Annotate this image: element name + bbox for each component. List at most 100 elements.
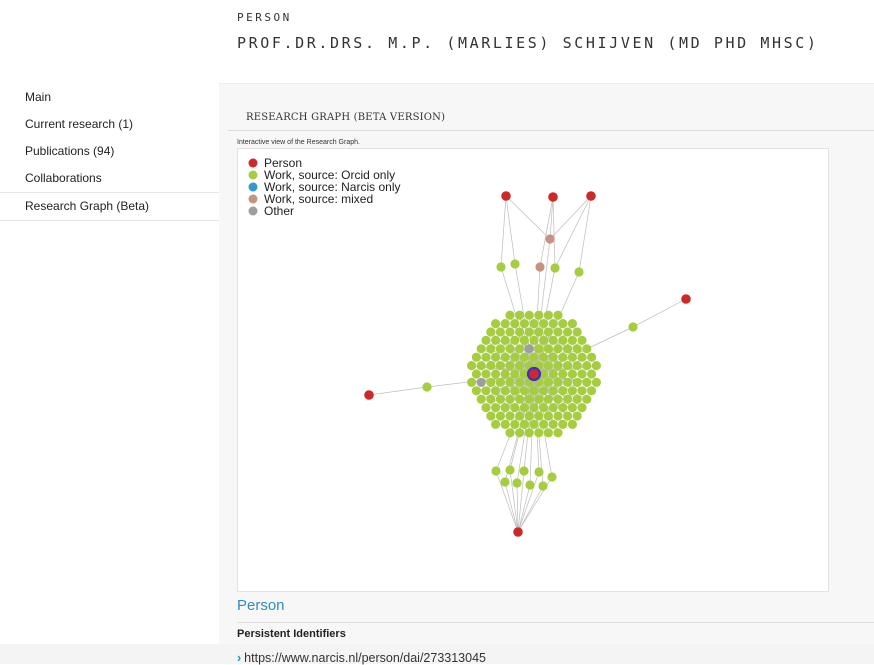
graph-node-work[interactable] (505, 344, 515, 354)
graph-node-work[interactable] (491, 352, 501, 362)
graph-node-work[interactable] (496, 262, 506, 272)
graph-node-work[interactable] (534, 467, 544, 477)
graph-node-work[interactable] (577, 352, 587, 362)
graph-node-work[interactable] (539, 419, 549, 429)
graph-node-work[interactable] (572, 377, 582, 387)
graph-node-work[interactable] (500, 352, 510, 362)
graph-node-person[interactable] (513, 527, 523, 537)
sidebar-item-collaborations[interactable]: Collaborations (0, 165, 219, 192)
graph-node-work[interactable] (534, 344, 544, 354)
graph-node-work[interactable] (476, 361, 486, 371)
graph-node-work[interactable] (505, 361, 515, 371)
graph-node-work[interactable] (422, 382, 432, 392)
graph-node-work[interactable] (543, 394, 553, 404)
person-link[interactable]: Person (237, 597, 285, 614)
graph-node-work[interactable] (486, 377, 496, 387)
graph-node-work[interactable] (553, 411, 563, 421)
graph-node-work[interactable] (572, 344, 582, 354)
graph-node-work[interactable] (491, 369, 501, 379)
graph-node-work[interactable] (572, 394, 582, 404)
graph-node-work[interactable] (582, 344, 592, 354)
graph-node-work[interactable] (500, 369, 510, 379)
graph-node-work[interactable] (510, 335, 520, 345)
graph-node-work[interactable] (515, 344, 525, 354)
graph-node-work[interactable] (574, 267, 584, 277)
graph-node-work[interactable] (505, 377, 515, 387)
graph-node-work[interactable] (519, 386, 529, 396)
graph-node-work[interactable] (548, 335, 558, 345)
graph-node-work[interactable] (539, 335, 549, 345)
graph-node-work[interactable] (495, 394, 505, 404)
graph-node-work[interactable] (481, 335, 491, 345)
graph-node-work[interactable] (539, 403, 549, 413)
graph-node-work[interactable] (553, 394, 563, 404)
graph-node-work[interactable] (524, 411, 534, 421)
graph-node-work[interactable] (500, 386, 510, 396)
graph-node-work[interactable] (529, 403, 539, 413)
graph-node-work[interactable] (534, 327, 544, 337)
graph-node-work[interactable] (550, 263, 560, 273)
graph-node-work[interactable] (524, 327, 534, 337)
graph-node-work[interactable] (558, 319, 568, 329)
graph-node-work[interactable] (572, 361, 582, 371)
graph-node-work[interactable] (563, 377, 573, 387)
graph-node-work[interactable] (539, 386, 549, 396)
graph-node-work[interactable] (558, 386, 568, 396)
graph-node-work[interactable] (481, 386, 491, 396)
graph-node-work[interactable] (553, 344, 563, 354)
graph-node-work[interactable] (563, 327, 573, 337)
graph-node-work[interactable] (519, 352, 529, 362)
graph-node-work[interactable] (553, 428, 563, 438)
graph-node-work[interactable] (515, 428, 525, 438)
graph-node-work[interactable] (471, 352, 481, 362)
graph-node-work[interactable] (529, 419, 539, 429)
graph-node-work[interactable] (548, 352, 558, 362)
graph-node-work[interactable] (582, 377, 592, 387)
sidebar-item-main[interactable]: Main (0, 84, 219, 111)
graph-node-work[interactable] (505, 428, 515, 438)
graph-node-work[interactable] (515, 377, 525, 387)
graph-node-work[interactable] (500, 419, 510, 429)
graph-node-work[interactable] (548, 419, 558, 429)
graph-node-work[interactable] (534, 310, 544, 320)
graph-node-work[interactable] (481, 403, 491, 413)
graph-node-work[interactable] (539, 352, 549, 362)
sidebar-item-publications[interactable]: Publications (94) (0, 138, 219, 165)
graph-node-work[interactable] (548, 403, 558, 413)
graph-node-work[interactable] (543, 344, 553, 354)
graph-node-work[interactable] (500, 477, 510, 487)
graph-node-work[interactable] (495, 361, 505, 371)
graph-node-work[interactable] (553, 310, 563, 320)
graph-node-work[interactable] (628, 322, 638, 332)
graph-node-work[interactable] (524, 428, 534, 438)
graph-node-work[interactable] (529, 319, 539, 329)
graph-node-work[interactable] (553, 327, 563, 337)
graph-node-work[interactable] (548, 369, 558, 379)
graph-node-work[interactable] (491, 466, 501, 476)
graph-node-mixed[interactable] (535, 262, 545, 272)
graph-node-work[interactable] (524, 394, 534, 404)
graph-node-work[interactable] (515, 394, 525, 404)
graph-node-work[interactable] (486, 394, 496, 404)
graph-node-work[interactable] (558, 369, 568, 379)
graph-node-work[interactable] (510, 369, 520, 379)
graph-node-work[interactable] (548, 386, 558, 396)
graph-node-work[interactable] (486, 327, 496, 337)
graph-node-work[interactable] (510, 259, 520, 269)
graph-node-work[interactable] (543, 428, 553, 438)
graph-node-work[interactable] (495, 411, 505, 421)
graph-node-person[interactable] (548, 192, 558, 202)
graph-node-work[interactable] (543, 411, 553, 421)
graph-node-work[interactable] (505, 465, 515, 475)
graph-node-work[interactable] (529, 386, 539, 396)
graph-node-work[interactable] (515, 361, 525, 371)
graph-node-work[interactable] (567, 319, 577, 329)
graph-node-work[interactable] (543, 327, 553, 337)
graph-node-work[interactable] (525, 480, 535, 490)
graph-node-mixed[interactable] (545, 234, 555, 244)
graph-node-work[interactable] (577, 403, 587, 413)
graph-node-work[interactable] (491, 419, 501, 429)
graph-node-work[interactable] (486, 344, 496, 354)
identifier-link[interactable]: https://www.narcis.nl/person/dai/2733130… (244, 651, 486, 665)
graph-node-work[interactable] (471, 369, 481, 379)
